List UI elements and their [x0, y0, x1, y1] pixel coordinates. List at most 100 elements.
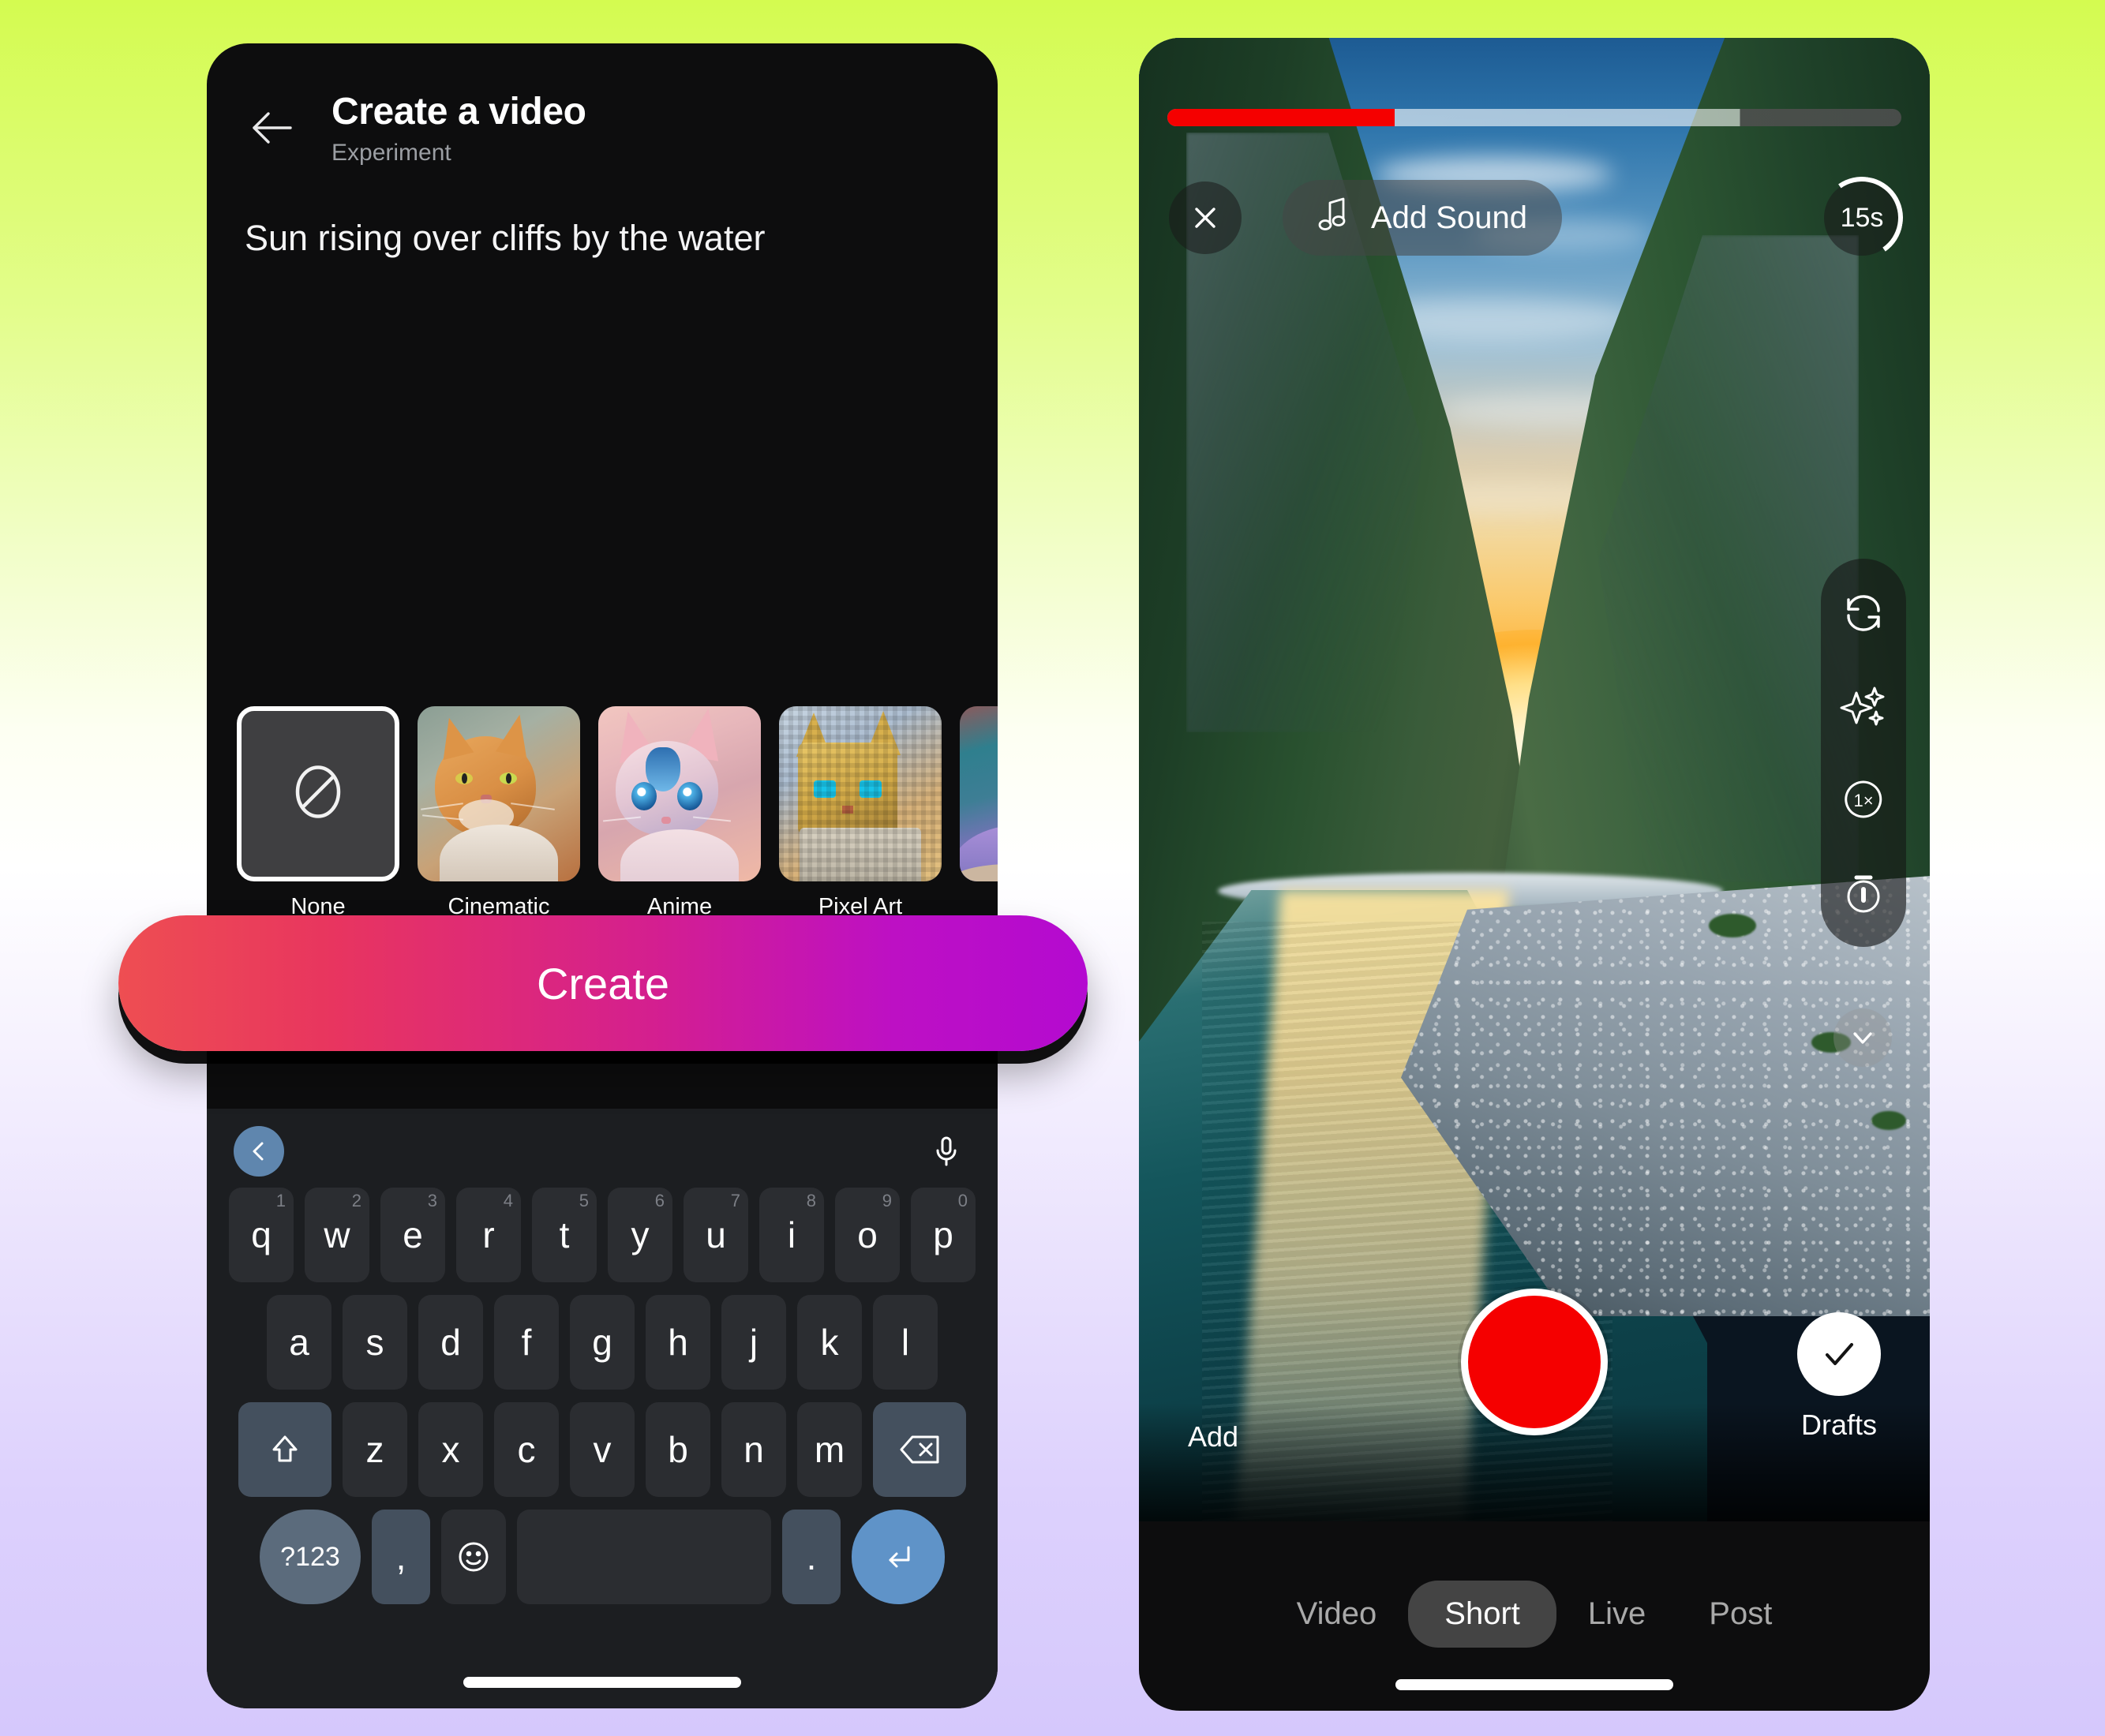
- home-indicator-right: [1395, 1679, 1673, 1690]
- key-w-number: 2: [351, 1191, 361, 1210]
- key-l[interactable]: l: [873, 1295, 938, 1390]
- key-w-label: w: [324, 1214, 350, 1255]
- add-sound-button[interactable]: Add Sound: [1283, 180, 1562, 256]
- mode-tab-short[interactable]: Short: [1408, 1581, 1556, 1648]
- key-h[interactable]: h: [646, 1295, 710, 1390]
- style-option-none[interactable]: None: [237, 706, 399, 920]
- key-u-label: u: [706, 1214, 726, 1255]
- key-e[interactable]: 3e: [380, 1188, 445, 1282]
- right-phone-frame: Add Sound 15s 1× Add Drafts Video Short …: [1139, 38, 1930, 1711]
- key-x[interactable]: x: [418, 1402, 483, 1497]
- keyboard-toolbar: [207, 1115, 998, 1188]
- key-v[interactable]: v: [570, 1402, 635, 1497]
- style-option-pixel-art[interactable]: Pixel Art: [779, 706, 942, 920]
- key-i-label: i: [787, 1214, 796, 1255]
- flip-camera-icon[interactable]: [1836, 586, 1891, 641]
- key-p-label: p: [933, 1214, 953, 1255]
- key-r[interactable]: 4r: [456, 1188, 521, 1282]
- enter-return-icon[interactable]: [852, 1510, 945, 1604]
- zoom-1x-icon[interactable]: 1×: [1836, 772, 1891, 827]
- prompt-input[interactable]: Sun rising over cliffs by the water: [207, 166, 998, 262]
- chevron-left-icon[interactable]: [234, 1126, 284, 1177]
- record-shutter-button[interactable]: [1461, 1289, 1608, 1435]
- key-c[interactable]: c: [494, 1402, 559, 1497]
- key-o-label: o: [857, 1214, 878, 1255]
- key-g[interactable]: g: [570, 1295, 635, 1390]
- keyboard-row-3: z x c v b n m: [207, 1402, 998, 1497]
- key-b[interactable]: b: [646, 1402, 710, 1497]
- key-a[interactable]: a: [267, 1295, 331, 1390]
- key-k[interactable]: k: [797, 1295, 862, 1390]
- shift-up-arrow-icon[interactable]: [238, 1402, 331, 1497]
- left-phone-frame: Create a video Experiment Sun rising ove…: [207, 43, 998, 1708]
- key-p[interactable]: 0p: [911, 1188, 976, 1282]
- key-n[interactable]: n: [721, 1402, 786, 1497]
- key-o[interactable]: 9o: [835, 1188, 900, 1282]
- key-w[interactable]: 2w: [305, 1188, 369, 1282]
- backspace-delete-icon[interactable]: [873, 1402, 966, 1497]
- duration-selector[interactable]: 15s: [1814, 170, 1910, 266]
- key-j[interactable]: j: [721, 1295, 786, 1390]
- key-z[interactable]: z: [343, 1402, 407, 1497]
- mode-tab-video[interactable]: Video: [1265, 1581, 1409, 1648]
- keyboard-row-4: ?123 , .: [207, 1510, 998, 1604]
- page-title: Create a video: [331, 91, 586, 133]
- drafts-button[interactable]: Drafts: [1797, 1312, 1881, 1442]
- key-e-label: e: [403, 1214, 423, 1255]
- style-selector-strip[interactable]: None Cinematic Anime Pixel Art: [207, 706, 998, 920]
- create-video-header: Create a video Experiment: [207, 43, 998, 166]
- key-f[interactable]: f: [494, 1295, 559, 1390]
- key-i-number: 8: [806, 1191, 816, 1210]
- style-thumb-cinematic: [418, 706, 580, 881]
- on-screen-keyboard[interactable]: 1q 2w 3e 4r 5t 6y 7u 8i 9o 0p a s d f g …: [207, 1109, 998, 1708]
- style-thumb-pixel-art: [779, 706, 942, 881]
- key-q-number: 1: [275, 1191, 286, 1210]
- microphone-icon[interactable]: [922, 1127, 971, 1176]
- add-media-label[interactable]: Add: [1188, 1420, 1238, 1454]
- bush: [1871, 1111, 1906, 1130]
- add-sound-label: Add Sound: [1371, 200, 1527, 235]
- key-r-number: 4: [503, 1191, 513, 1210]
- symbols-key[interactable]: ?123: [260, 1510, 361, 1604]
- style-thumb-anime: [598, 706, 761, 881]
- camera-tool-rail: 1×: [1821, 559, 1906, 947]
- sparkle-effects-icon[interactable]: [1836, 679, 1891, 734]
- key-s[interactable]: s: [343, 1295, 407, 1390]
- style-option-anime[interactable]: Anime: [598, 706, 761, 920]
- svg-text:1×: 1×: [1853, 791, 1873, 810]
- key-y[interactable]: 6y: [608, 1188, 672, 1282]
- shutter-button-wrap[interactable]: [1461, 1289, 1608, 1435]
- music-note-icon: [1317, 195, 1352, 241]
- timer-icon[interactable]: [1836, 865, 1891, 920]
- checkmark-icon: [1797, 1312, 1881, 1396]
- recording-progress-fill: [1167, 109, 1395, 126]
- mode-tab-post[interactable]: Post: [1677, 1581, 1803, 1648]
- bush: [1709, 914, 1756, 937]
- space-key[interactable]: [517, 1510, 771, 1604]
- key-t[interactable]: 5t: [532, 1188, 597, 1282]
- key-p-number: 0: [957, 1191, 968, 1210]
- close-x-icon[interactable]: [1169, 181, 1242, 254]
- chevron-down-icon[interactable]: [1833, 1008, 1892, 1067]
- keyboard-row-1: 1q 2w 3e 4r 5t 6y 7u 8i 9o 0p: [207, 1188, 998, 1282]
- recording-progress-bar[interactable]: [1167, 109, 1901, 126]
- mode-tab-live[interactable]: Live: [1556, 1581, 1677, 1648]
- key-t-label: t: [559, 1214, 570, 1255]
- key-d[interactable]: d: [418, 1295, 483, 1390]
- capture-mode-tabs: Video Short Live Post: [1139, 1581, 1930, 1648]
- cat-thumbnail-cinematic: [418, 706, 580, 881]
- back-arrow-icon[interactable]: [246, 102, 298, 154]
- key-i[interactable]: 8i: [759, 1188, 824, 1282]
- key-m[interactable]: m: [797, 1402, 862, 1497]
- emoji-smiley-icon[interactable]: [441, 1510, 506, 1604]
- style-thumb-none: [237, 706, 399, 881]
- key-q[interactable]: 1q: [229, 1188, 294, 1282]
- home-indicator-left: [463, 1677, 741, 1688]
- key-u[interactable]: 7u: [684, 1188, 748, 1282]
- style-option-next[interactable]: [960, 706, 998, 894]
- create-button[interactable]: Create: [118, 915, 1088, 1051]
- period-key[interactable]: .: [782, 1510, 841, 1604]
- comma-key[interactable]: ,: [372, 1510, 430, 1604]
- key-r-label: r: [482, 1214, 495, 1255]
- style-option-cinematic[interactable]: Cinematic: [418, 706, 580, 920]
